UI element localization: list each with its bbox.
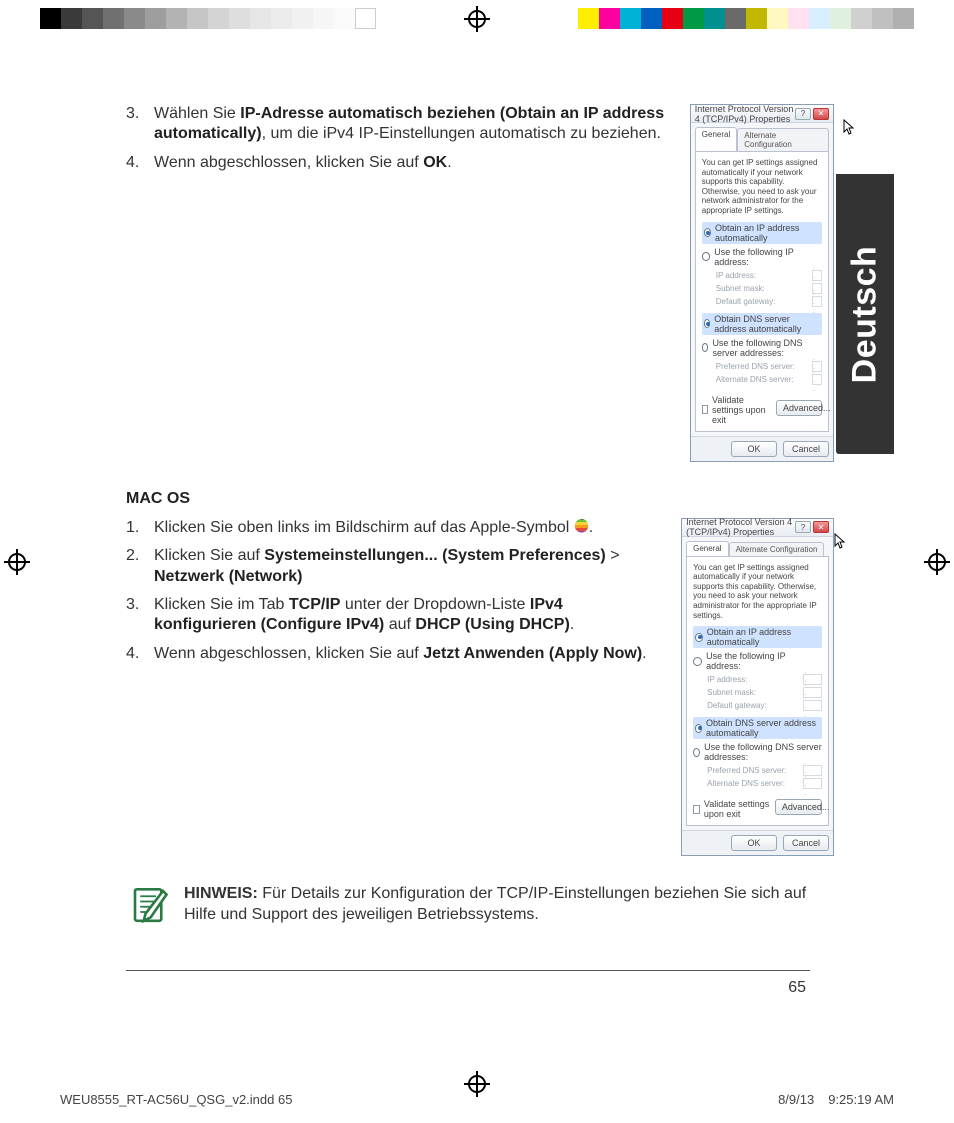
footer-rule <box>126 970 810 971</box>
tab-alternate-config[interactable]: Alternate Configuration <box>729 542 825 556</box>
cursor-icon <box>834 533 846 549</box>
label-alternate-dns: Alternate DNS server: <box>716 375 806 384</box>
advanced-button[interactable]: Advanced... <box>775 799 822 815</box>
registration-mark-icon <box>4 549 30 575</box>
dialog-title: Internet Protocol Version 4 (TCP/IPv4) P… <box>686 517 795 537</box>
page-sheet: Deutsch 3. Wählen Sie IP-Adresse automat… <box>60 56 894 1063</box>
registration-mark-icon <box>464 6 490 32</box>
macos-step-4: 4. Wenn abgeschlossen, klicken Sie auf J… <box>126 644 663 664</box>
color-swatch-bar <box>578 8 914 36</box>
dialog-intro-text: You can get IP settings assigned automat… <box>693 563 822 621</box>
help-button[interactable]: ? <box>795 521 811 533</box>
tab-general[interactable]: General <box>695 127 737 151</box>
slug-filename: WEU8555_RT-AC56U_QSG_v2.indd 65 <box>60 1092 292 1107</box>
radio-use-following-ip[interactable]: Use the following IP address: <box>693 651 822 671</box>
radio-use-following-ip[interactable]: Use the following IP address: <box>702 247 822 267</box>
page-number: 65 <box>788 979 806 997</box>
slug-date: 8/9/13 <box>778 1092 814 1107</box>
apple-logo-icon <box>574 519 589 534</box>
label-default-gateway: Default gateway: <box>707 701 797 710</box>
cursor-icon <box>843 119 855 135</box>
radio-obtain-dns-auto[interactable]: Obtain DNS server address automatically <box>702 313 822 335</box>
label-ip-address: IP address: <box>707 675 797 684</box>
checkbox-validate-on-exit[interactable]: Validate settings upon exit <box>702 395 776 425</box>
label-subnet-mask: Subnet mask: <box>707 688 797 697</box>
advanced-button[interactable]: Advanced... <box>776 400 822 416</box>
cancel-button[interactable]: Cancel <box>783 441 829 457</box>
radio-obtain-ip-auto[interactable]: Obtain an IP address automatically <box>693 626 822 648</box>
macos-heading: MAC OS <box>126 490 834 508</box>
ok-button[interactable]: OK <box>731 835 777 851</box>
macos-step-2: 2. Klicken Sie auf Systemeinstellungen..… <box>126 546 663 587</box>
field-default-gateway[interactable]: . . . <box>812 296 822 307</box>
note-icon <box>128 884 170 926</box>
radio-use-following-dns[interactable]: Use the following DNS server addresses: <box>693 742 822 762</box>
field-alternate-dns[interactable]: . . . <box>803 778 822 789</box>
tab-general[interactable]: General <box>686 541 728 556</box>
macos-step-3: 3. Klicken Sie im Tab TCP/IP unter der D… <box>126 595 663 636</box>
label-alternate-dns: Alternate DNS server: <box>707 779 797 788</box>
close-button[interactable]: ✕ <box>813 108 829 120</box>
field-alternate-dns[interactable]: . . . <box>812 374 822 385</box>
dialog-title: Internet Protocol Version 4 (TCP/IPv4) P… <box>695 104 795 124</box>
step-3: 3. Wählen Sie IP-Adresse automatisch bez… <box>126 104 672 145</box>
checkbox-validate-on-exit[interactable]: Validate settings upon exit <box>693 799 775 819</box>
instruction-block-ipv4: 3. Wählen Sie IP-Adresse automatisch bez… <box>126 104 672 462</box>
radio-obtain-ip-auto[interactable]: Obtain an IP address automatically <box>702 222 822 244</box>
ok-button[interactable]: OK <box>731 441 777 457</box>
step-4: 4. Wenn abgeschlossen, klicken Sie auf O… <box>126 153 672 173</box>
label-subnet-mask: Subnet mask: <box>716 284 806 293</box>
ipv4-properties-dialog: Internet Protocol Version 4 (TCP/IPv4) P… <box>681 518 834 857</box>
label-ip-address: IP address: <box>716 271 806 280</box>
tab-alternate-config[interactable]: Alternate Configuration <box>737 128 829 151</box>
label-preferred-dns: Preferred DNS server: <box>716 362 806 371</box>
note-text: HINWEIS: Für Details zur Konfiguration d… <box>184 884 832 925</box>
close-button[interactable]: ✕ <box>813 521 829 533</box>
macos-step-1: 1. Klicken Sie oben links im Bildschirm … <box>126 518 663 538</box>
dialog-intro-text: You can get IP settings assigned automat… <box>702 158 822 216</box>
radio-obtain-dns-auto[interactable]: Obtain DNS server address automatically <box>693 717 822 739</box>
radio-use-following-dns[interactable]: Use the following DNS server addresses: <box>702 338 822 358</box>
cancel-button[interactable]: Cancel <box>783 835 829 851</box>
field-default-gateway[interactable]: . . . <box>803 700 822 711</box>
label-default-gateway: Default gateway: <box>716 297 806 306</box>
label-preferred-dns: Preferred DNS server: <box>707 766 797 775</box>
grayscale-bar <box>40 8 376 36</box>
instruction-block-macos: 1. Klicken Sie oben links im Bildschirm … <box>126 518 663 857</box>
slug-time: 9:25:19 AM <box>828 1092 894 1107</box>
print-slug: WEU8555_RT-AC56U_QSG_v2.indd 65 8/9/13 9… <box>60 1092 894 1107</box>
note-box: HINWEIS: Für Details zur Konfiguration d… <box>126 878 834 932</box>
help-button[interactable]: ? <box>795 108 811 120</box>
registration-mark-icon <box>924 549 950 575</box>
ipv4-properties-dialog: Internet Protocol Version 4 (TCP/IPv4) P… <box>690 104 834 462</box>
